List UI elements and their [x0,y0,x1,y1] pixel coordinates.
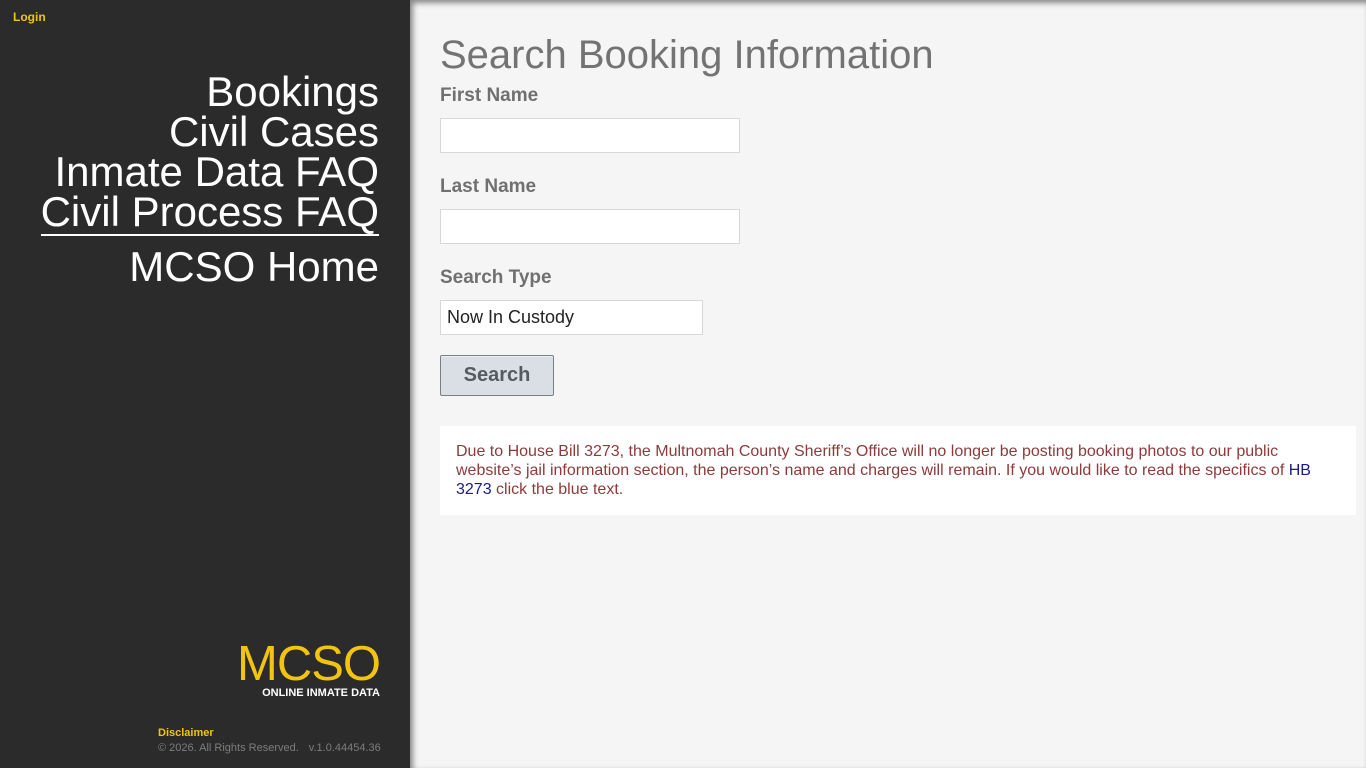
notice-text-after: click the blue text. [491,481,624,498]
nav-link-civil-cases[interactable]: Civil Cases [41,111,379,153]
nav-link-civil-process-faq[interactable]: Civil Process FAQ [40,191,379,236]
nav-link-bookings[interactable]: Bookings [41,71,379,113]
brand-logo: MCSO [237,637,381,691]
hb3273-notice: Due to House Bill 3273, the Multnomah Co… [440,426,1356,515]
last-name-label: Last Name [440,176,537,197]
nav-link-mcso-home[interactable]: MCSO Home [41,246,379,288]
copyright-line: © 2026. All Rights Reserved. v.1.0.44454.… [158,741,381,755]
sidebar-nav: Bookings Civil Cases Inmate Data FAQ Civ… [40,71,379,288]
main-content: Search Booking Information First Name La… [440,33,1356,515]
nav-link-inmate-data-faq[interactable]: Inmate Data FAQ [41,151,379,193]
login-link[interactable]: Login [13,10,46,24]
search-form: First Name Last Name Search Type Now In … [440,85,1356,396]
disclaimer-link[interactable]: Disclaimer [158,728,381,739]
search-type-selected: Now In Custody [447,307,575,327]
first-name-input[interactable] [440,118,740,153]
search-button[interactable]: Search [440,355,554,396]
notice-text-before: Due to House Bill 3273, the Multnomah Co… [456,443,1289,479]
sidebar-footer: Disclaimer © 2026. All Rights Reserved. v… [158,728,381,755]
brand-logo-block: MCSO ONLINE INMATE DATA [237,637,381,699]
sidebar: Login Bookings Civil Cases Inmate Data F… [0,0,410,768]
last-name-input[interactable] [440,209,740,244]
version-text: v.1.0.44454.36 [308,742,381,754]
copyright-text: © 2026. All Rights Reserved. [158,742,299,754]
search-type-select[interactable]: Now In Custody [440,300,703,335]
first-name-label: First Name [440,85,539,106]
search-type-label: Search Type [440,267,552,288]
page-title: Search Booking Information [440,33,934,77]
